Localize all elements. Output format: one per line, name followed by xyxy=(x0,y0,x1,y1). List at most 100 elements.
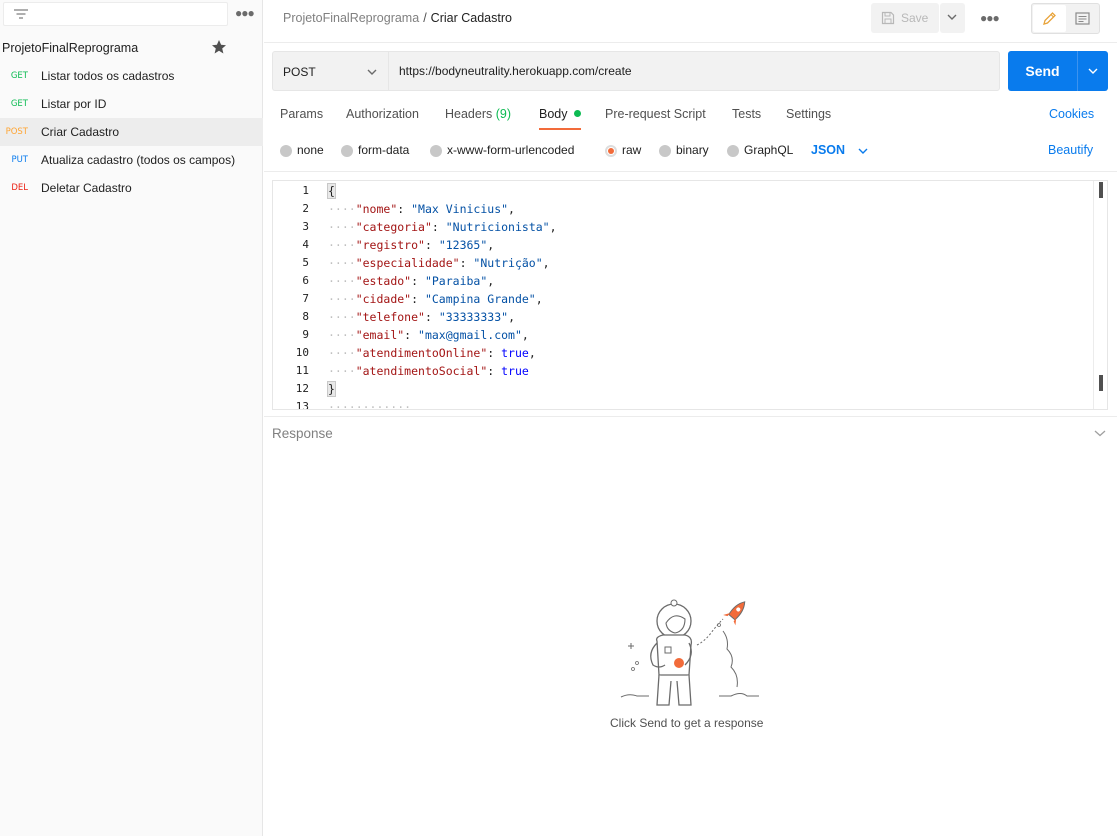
sidebar-item-criar-cadastro[interactable]: POST Criar Cadastro xyxy=(0,118,263,146)
line-number: 8 xyxy=(302,310,309,323)
pencil-icon xyxy=(1043,12,1056,25)
radio-label: form-data xyxy=(358,143,410,157)
line-number: 1 xyxy=(302,184,309,197)
line-number: 9 xyxy=(302,328,309,341)
sidebar-item-label: Listar todos os cadastros xyxy=(41,69,175,83)
save-icon xyxy=(881,11,895,25)
line-number: 4 xyxy=(302,238,309,251)
body-indicator-dot xyxy=(573,110,581,117)
json-key: "atendimentoSocial" xyxy=(355,364,488,378)
json-key: "telefone" xyxy=(355,310,425,324)
response-label: Response xyxy=(272,426,333,441)
json-key: "atendimentoOnline" xyxy=(355,346,488,360)
response-panel-header[interactable]: Response xyxy=(264,416,1117,450)
tab-tests[interactable]: Tests xyxy=(732,107,761,121)
json-value: "Nutricionista" xyxy=(445,220,550,234)
tab-pre-request-script[interactable]: Pre-request Script xyxy=(605,107,706,121)
sidebar-item-listar-por-id[interactable]: GET Listar por ID xyxy=(0,90,263,118)
code-line: { xyxy=(327,183,336,199)
code-line: ····"telefone": "33333333", xyxy=(328,310,515,324)
json-key: "estado" xyxy=(355,274,412,288)
code-line: ····"estado": "Paraiba", xyxy=(328,274,495,288)
breadcrumb: ProjetoFinalReprograma / Criar Cadastro xyxy=(283,11,512,25)
tab-authorization[interactable]: Authorization xyxy=(346,107,419,121)
method-badge: GET xyxy=(10,99,28,109)
code-editor[interactable]: 1 2 3 4 5 6 7 8 9 10 11 12 13 { ····"nom… xyxy=(272,180,1108,410)
json-value: "Nutrição" xyxy=(473,256,543,270)
line-number: 13 xyxy=(295,400,309,410)
code-line: ····"registro": "12365", xyxy=(328,238,495,252)
send-dropdown-button[interactable] xyxy=(1077,51,1108,91)
save-button[interactable]: Save xyxy=(871,3,939,33)
sidebar-more-icon[interactable]: ●●● xyxy=(235,6,255,20)
radio-label: x-www-form-urlencoded xyxy=(447,143,575,157)
save-dropdown-button[interactable] xyxy=(940,3,965,33)
chevron-down-icon xyxy=(947,14,957,20)
radio-dot xyxy=(727,145,739,157)
method-select[interactable]: POST xyxy=(272,51,388,91)
view-mode-toggle xyxy=(1031,3,1100,34)
collection-header[interactable]: ProjetoFinalReprograma xyxy=(0,38,263,58)
tab-headers[interactable]: Headers (9) xyxy=(445,107,511,121)
breadcrumb-request[interactable]: Criar Cadastro xyxy=(431,11,512,25)
sidebar-item-listar-todos[interactable]: GET Listar todos os cadastros xyxy=(0,62,263,90)
line-number: 12 xyxy=(295,382,309,395)
json-value: true xyxy=(501,346,529,360)
chevron-down-icon xyxy=(367,69,377,75)
code-line: ····"atendimentoOnline": true, xyxy=(328,346,536,360)
sidebar-toolbar: ●●● xyxy=(0,0,263,30)
more-icon[interactable]: ●●● xyxy=(980,11,1000,25)
method-select-value: POST xyxy=(283,65,316,79)
method-badge: POST xyxy=(5,127,28,137)
breadcrumb-collection[interactable]: ProjetoFinalReprograma xyxy=(283,11,419,25)
json-key: "nome" xyxy=(355,202,398,216)
body-format-value: JSON xyxy=(811,143,846,157)
save-label: Save xyxy=(901,11,929,25)
tab-body[interactable]: Body xyxy=(539,107,581,121)
sidebar-item-deletar-cadastro[interactable]: DEL Deletar Cadastro xyxy=(0,174,263,202)
radio-label: binary xyxy=(676,143,709,157)
sidebar-item-atualiza-cadastro[interactable]: PUT Atualiza cadastro (todos os campos) xyxy=(0,146,263,174)
method-badge: PUT xyxy=(11,155,28,165)
code-line: ····"especialidade": "Nutrição", xyxy=(328,256,550,270)
code-line: ····"email": "max@gmail.com", xyxy=(328,328,529,342)
url-input[interactable]: https://bodyneutrality.herokuapp.com/cre… xyxy=(388,51,1000,91)
body-format-select[interactable]: JSON xyxy=(811,143,868,157)
chevron-down-icon[interactable] xyxy=(1094,429,1106,437)
send-button[interactable]: Send xyxy=(1008,51,1077,91)
code-line: ····"cidade": "Campina Grande", xyxy=(328,292,543,306)
json-key: "cidade" xyxy=(355,292,412,306)
tab-settings[interactable]: Settings xyxy=(786,107,831,121)
line-number: 7 xyxy=(302,292,309,305)
edit-mode-button[interactable] xyxy=(1033,5,1066,32)
close-brace: } xyxy=(327,381,336,397)
json-value: "max@gmail.com" xyxy=(418,328,522,342)
beautify-link[interactable]: Beautify xyxy=(1048,143,1093,157)
sidebar: ●●● ProjetoFinalReprograma GET Listar to… xyxy=(0,0,263,836)
json-key: "registro" xyxy=(355,238,425,252)
chevron-down-icon xyxy=(1088,68,1098,74)
json-value: "Max Vinicius" xyxy=(411,202,509,216)
filter-icon xyxy=(14,9,28,19)
radio-dot xyxy=(659,145,671,157)
cookies-link[interactable]: Cookies xyxy=(1049,107,1094,121)
url-value: https://bodyneutrality.herokuapp.com/cre… xyxy=(399,64,632,78)
star-icon[interactable] xyxy=(211,39,227,55)
code-line: ····"categoria": "Nutricionista", xyxy=(328,220,557,234)
editor-scrollbar[interactable] xyxy=(1093,181,1107,409)
json-key: "email" xyxy=(355,328,405,342)
astronaut-illustration xyxy=(620,599,759,706)
json-key: "especialidade" xyxy=(355,256,460,270)
line-number: 6 xyxy=(302,274,309,287)
sidebar-item-label: Deletar Cadastro xyxy=(41,181,132,195)
tab-headers-count: (9) xyxy=(495,107,512,121)
radio-dot xyxy=(280,145,292,157)
sidebar-item-label: Atualiza cadastro (todos os campos) xyxy=(41,153,236,167)
json-value: "33333333" xyxy=(438,310,509,324)
radio-label: raw xyxy=(622,143,642,157)
tab-params[interactable]: Params xyxy=(280,107,323,121)
filter-input[interactable] xyxy=(3,2,228,26)
json-value: "Paraiba" xyxy=(424,274,488,288)
line-number: 3 xyxy=(302,220,309,233)
tab-headers-label: Headers xyxy=(445,107,493,121)
